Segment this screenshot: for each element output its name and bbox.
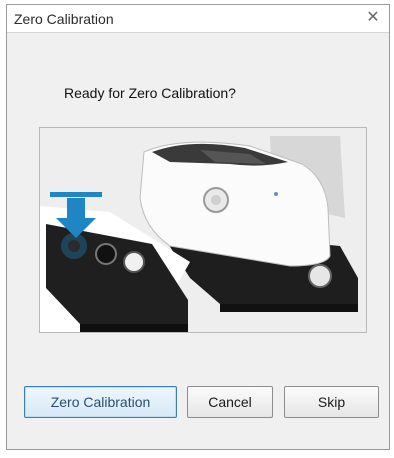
zero-calibration-dialog: Zero Calibration ✕ Ready for Zero Calibr… (6, 4, 390, 450)
zero-calibration-button[interactable]: Zero Calibration (24, 386, 177, 418)
calibration-prompt: Ready for Zero Calibration? (64, 85, 236, 101)
calibration-device-illustration (40, 128, 366, 332)
cancel-button[interactable]: Cancel (187, 386, 273, 418)
window-title: Zero Calibration (14, 11, 114, 27)
calibration-illustration (39, 127, 367, 333)
skip-button[interactable]: Skip (284, 386, 379, 418)
close-icon[interactable]: ✕ (363, 8, 383, 28)
title-bar[interactable]: Zero Calibration ✕ (7, 5, 389, 33)
